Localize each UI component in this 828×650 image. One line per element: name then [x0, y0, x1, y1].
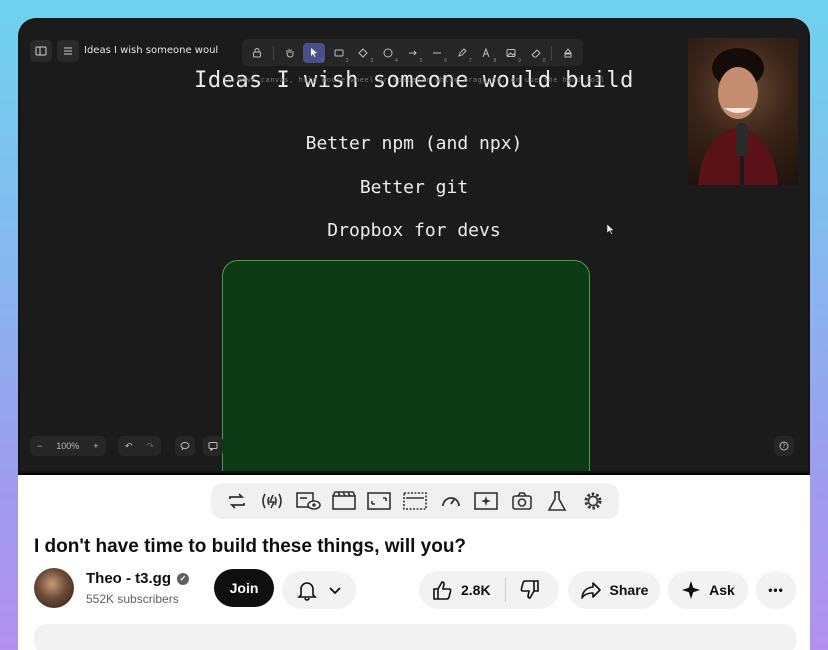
zoom-in-icon[interactable]: + — [86, 441, 105, 451]
rectangle-icon[interactable]: 2 — [328, 43, 350, 64]
aspect-icon[interactable] — [366, 488, 392, 514]
webcam-overlay — [688, 38, 798, 185]
channel-name[interactable]: Theo - t3.gg ✓ — [86, 570, 189, 587]
channel-avatar[interactable] — [34, 568, 74, 608]
share-button[interactable]: Share — [568, 571, 660, 609]
sidebar-toggle-icon[interactable] — [30, 40, 52, 62]
pencil-icon[interactable]: 7 — [451, 43, 473, 64]
menu-icon[interactable] — [57, 40, 79, 62]
sparkle-icon — [682, 581, 701, 599]
redo-icon[interactable]: ↷ — [140, 441, 162, 452]
subscribe-notification-button[interactable] — [282, 571, 356, 609]
eraser-icon[interactable]: 0 — [525, 43, 547, 64]
speed-icon[interactable] — [438, 488, 464, 514]
flask-icon[interactable] — [544, 488, 570, 514]
settings-icon[interactable] — [580, 488, 606, 514]
like-button[interactable]: 2.8K — [419, 571, 505, 609]
zoom-out-icon[interactable]: − — [30, 441, 49, 451]
like-dislike-group: 2.8K — [419, 571, 559, 609]
image-icon[interactable]: 9 — [500, 43, 522, 64]
green-rectangle-shape[interactable] — [222, 260, 590, 471]
theater-icon[interactable] — [402, 488, 428, 514]
share-label: Share — [609, 582, 649, 598]
more-actions-button[interactable]: ••• — [756, 571, 796, 609]
zoom-controls: − 100% + — [30, 436, 106, 456]
ask-button[interactable]: Ask — [668, 571, 748, 609]
screenshot-icon[interactable] — [509, 488, 535, 514]
video-player[interactable]: Ideas I wish someone woul 1 2 3 4 5 6 7 … — [18, 18, 810, 475]
chat-icon[interactable] — [203, 436, 223, 456]
whiteboard-canvas[interactable]: Ideas I wish someone woul 1 2 3 4 5 6 7 … — [20, 20, 808, 471]
help-icon[interactable]: ? — [774, 436, 794, 456]
pointer-icon[interactable]: 1 — [303, 42, 325, 64]
drawing-toolbar: 1 2 3 4 5 6 7 8 9 0 — [242, 39, 583, 66]
ellipse-icon[interactable]: 4 — [377, 43, 399, 64]
lock-icon[interactable] — [246, 43, 268, 63]
player-extension-bar — [211, 483, 619, 519]
canvas-item-3[interactable]: Dropbox for devs — [20, 220, 808, 241]
chevron-down-icon — [329, 587, 341, 595]
document-title[interactable]: Ideas I wish someone woul — [84, 45, 218, 56]
thumbs-up-icon — [433, 581, 452, 600]
mouse-cursor-icon — [606, 223, 615, 238]
dislike-button[interactable] — [506, 571, 554, 609]
watch-later-icon[interactable] — [295, 488, 321, 514]
like-count: 2.8K — [461, 582, 491, 598]
channel-name-text[interactable]: Theo - t3.gg — [86, 570, 171, 587]
text-icon[interactable]: 8 — [476, 43, 498, 64]
subscriber-count: 552K subscribers — [86, 592, 179, 606]
youtube-watch-card: Ideas I wish someone woul 1 2 3 4 5 6 7 … — [18, 18, 810, 650]
undo-icon[interactable]: ↶ — [118, 441, 140, 452]
toolbar-divider — [272, 45, 274, 60]
verified-badge-icon: ✓ — [177, 572, 189, 585]
description-box[interactable] — [34, 624, 796, 650]
zoom-level[interactable]: 100% — [49, 441, 86, 451]
loop-icon[interactable] — [224, 488, 250, 514]
toolbar-divider — [551, 45, 553, 60]
arrow-icon[interactable]: 5 — [402, 43, 424, 64]
diamond-icon[interactable]: 3 — [352, 43, 374, 64]
share-icon — [580, 582, 601, 599]
bell-icon — [297, 582, 317, 601]
history-controls: ↶ ↷ — [118, 436, 162, 456]
lasso-icon[interactable] — [175, 436, 195, 456]
more-icon: ••• — [768, 583, 784, 597]
join-button[interactable]: Join — [214, 569, 274, 607]
line-icon[interactable]: 6 — [426, 43, 448, 64]
hand-icon[interactable] — [279, 43, 301, 63]
library-icon[interactable] — [557, 43, 579, 63]
video-title: I don't have time to build these things,… — [34, 536, 467, 557]
sparkle-icon[interactable] — [473, 488, 499, 514]
audio-icon[interactable] — [259, 488, 285, 514]
svg-text:?: ? — [782, 443, 785, 450]
clapper-icon[interactable] — [331, 488, 357, 514]
thumbs-down-icon — [520, 580, 539, 599]
ask-label: Ask — [709, 582, 735, 598]
